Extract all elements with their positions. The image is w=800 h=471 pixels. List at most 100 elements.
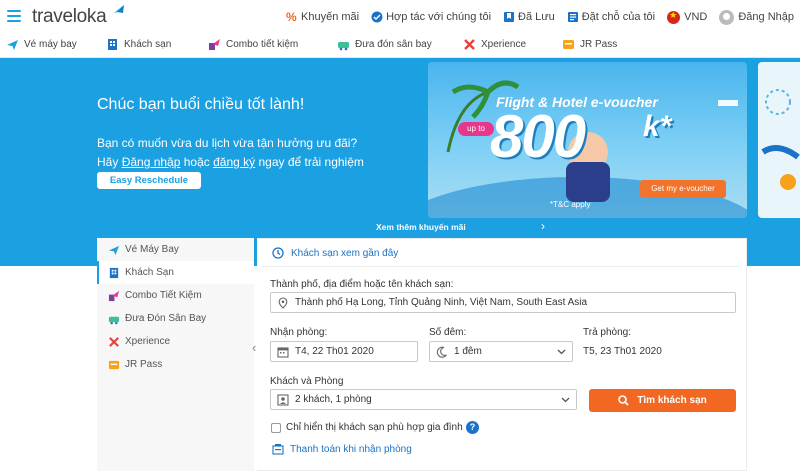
traveloka-logo[interactable]: traveloka — [32, 6, 107, 28]
tab-flights[interactable]: Vé Máy Bay — [97, 238, 254, 261]
subnav-label: Đưa đón sân bay — [355, 39, 432, 50]
hero-line-2: Hãy Đăng nhập hoặc đăng ký ngay để trải … — [97, 153, 364, 172]
user-avatar-icon — [719, 9, 735, 25]
chevron-left-icon[interactable]: ‹ — [252, 340, 256, 355]
moon-icon — [436, 346, 447, 358]
destination-value: Thành phố Hạ Long, Tỉnh Quảng Ninh, Việt… — [295, 297, 588, 308]
family-friendly-checkbox[interactable] — [271, 423, 281, 433]
tab-jr-pass[interactable]: JR Pass — [97, 353, 254, 376]
checkin-value: T4, 22 Th01 2020 — [295, 346, 374, 357]
subnav-item-xperience[interactable]: Xperience — [463, 38, 526, 51]
airport-transfer-icon — [338, 42, 349, 51]
checkout-value: T5, 23 Th01 2020 — [583, 346, 662, 357]
menu-icon[interactable] — [7, 10, 21, 22]
promo-banner[interactable]: Flight & Hotel e-voucher up to 800 k* Ge… — [428, 62, 747, 218]
tab-airport-transfer[interactable]: Đưa Đón Sân Bay — [97, 307, 254, 330]
hero-line-2-mid: hoặc — [180, 155, 214, 169]
banner-terms: *T&C apply — [550, 200, 591, 209]
tab-label: Khách Sạn — [125, 267, 174, 278]
subnav-label: Combo tiết kiệm — [226, 39, 299, 50]
guests-value: 2 khách, 1 phòng — [295, 394, 372, 405]
partner-link[interactable]: Hợp tác với chúng tôi — [371, 11, 491, 23]
pay-at-hotel-link[interactable]: Thanh toán khi nhận phòng — [272, 443, 412, 455]
tab-combo[interactable]: Combo Tiết Kiệm — [97, 284, 254, 307]
percent-icon: % — [286, 10, 297, 24]
tab-label: JR Pass — [125, 359, 163, 370]
location-pin-icon — [278, 296, 288, 309]
login-inline-link[interactable]: Đăng nhập — [122, 155, 181, 169]
saved-label: Đã Lưu — [518, 11, 555, 23]
tab-label: Combo Tiết Kiệm — [125, 290, 202, 301]
checkin-label: Nhận phòng: — [270, 327, 328, 338]
history-icon — [272, 247, 284, 259]
search-button-label: Tìm khách sạn — [637, 395, 707, 406]
search-hotels-button[interactable]: Tìm khách sạn — [589, 389, 736, 412]
bookmark-icon — [504, 12, 515, 22]
destination-input[interactable]: Thành phố Hạ Long, Tỉnh Quảng Ninh, Việt… — [270, 292, 736, 313]
promotions-link[interactable]: % Khuyến mãi — [286, 11, 359, 23]
tab-label: Xperience — [125, 336, 171, 347]
nights-select[interactable]: 1 đêm — [429, 341, 573, 362]
calendar-icon — [277, 346, 289, 358]
get-voucher-button[interactable]: Get my e-voucher — [640, 180, 726, 198]
destination-label: Thành phố, địa điểm hoặc tên khách sạn: — [270, 279, 454, 290]
jr-pass-icon — [563, 40, 574, 49]
login-link[interactable]: Đăng Nhập — [719, 9, 794, 25]
subnav-label: JR Pass — [580, 39, 618, 50]
currency-selector[interactable]: VND — [667, 10, 707, 24]
vietnam-flag-icon — [667, 10, 681, 24]
hotel-icon — [108, 39, 117, 50]
subnav-item-flights[interactable]: Vé máy bay — [6, 38, 77, 51]
bird-logo-icon — [114, 5, 124, 13]
hero-description: Bạn có muốn vừa du lịch vừa tận hưởng ưu… — [97, 134, 364, 172]
promo-banner-next[interactable] — [758, 62, 800, 218]
combo-icon — [209, 39, 220, 50]
guests-rooms-select[interactable]: 2 khách, 1 phòng — [270, 389, 577, 410]
chevron-down-icon — [561, 397, 570, 403]
register-inline-link[interactable]: đăng ký — [213, 155, 255, 169]
subnav-item-combo[interactable]: Combo tiết kiệm — [208, 38, 298, 51]
divider — [262, 266, 740, 267]
tab-label: Vé Máy Bay — [125, 244, 179, 255]
tab-hotels[interactable]: Khách Sạn — [97, 261, 254, 284]
pay-at-hotel-icon — [272, 444, 284, 455]
my-bookings-link[interactable]: Đặt chỗ của tôi — [567, 11, 655, 23]
banner-unit: k* — [643, 110, 672, 143]
hero-line-2-suffix: ngay để trải nghiệm — [255, 155, 364, 169]
combo-icon — [108, 290, 120, 301]
chevron-down-icon — [557, 349, 566, 355]
saved-link[interactable]: Đã Lưu — [503, 11, 555, 23]
subnav-label: Vé máy bay — [24, 39, 77, 50]
subnav-item-hotels[interactable]: Khách sạn — [106, 38, 171, 51]
more-promotions-link[interactable]: Xem thêm khuyến mãi — [376, 222, 466, 232]
hero-line-1: Bạn có muốn vừa du lịch vừa tận hưởng ưu… — [97, 136, 358, 150]
checkout-label: Trả phòng: — [583, 327, 631, 338]
checkin-date-input[interactable]: T4, 22 Th01 2020 — [270, 341, 418, 362]
family-friendly-label[interactable]: Chỉ hiển thị khách sạn phù hợp gia đình — [286, 422, 463, 433]
login-label: Đăng Nhập — [738, 11, 794, 23]
tab-label: Đưa Đón Sân Bay — [125, 313, 207, 324]
hero-banner: Chúc bạn buổi chiều tốt lành! Bạn có muố… — [0, 58, 800, 266]
hero-line-2-prefix: Hãy — [97, 155, 122, 169]
header-nav: % Khuyến mãi Hợp tác với chúng tôi Đã Lư… — [274, 0, 794, 34]
banner-up-to-badge: up to — [458, 122, 494, 136]
plane-icon — [108, 245, 120, 255]
nights-label: Số đêm: — [429, 327, 467, 338]
tab-xperience[interactable]: Xperience — [97, 330, 254, 353]
product-tabs: Vé Máy Bay Khách Sạn Combo Tiết Kiệm Đưa… — [97, 238, 254, 471]
nights-value: 1 đêm — [454, 346, 482, 357]
product-nav: Vé máy bay Khách sạn Combo tiết kiệm Đưa… — [0, 34, 800, 58]
guests-rooms-icon — [277, 393, 289, 406]
recent-hotels-link[interactable]: Khách sạn xem gần đây — [272, 247, 398, 259]
subnav-item-airport-transfer[interactable]: Đưa đón sân bay — [337, 38, 432, 51]
jr-pass-icon — [108, 360, 120, 369]
banner-amount: 800 — [490, 103, 586, 170]
subnav-item-jr-pass[interactable]: JR Pass — [562, 38, 617, 51]
handshake-icon — [371, 11, 383, 23]
guests-label: Khách và Phòng — [270, 376, 344, 387]
subnav-label: Khách sạn — [124, 39, 172, 50]
help-icon[interactable]: ? — [466, 421, 479, 434]
chevron-right-icon[interactable]: › — [541, 219, 545, 233]
xperience-icon — [109, 336, 119, 347]
easy-reschedule-button[interactable]: Easy Reschedule — [97, 172, 201, 189]
